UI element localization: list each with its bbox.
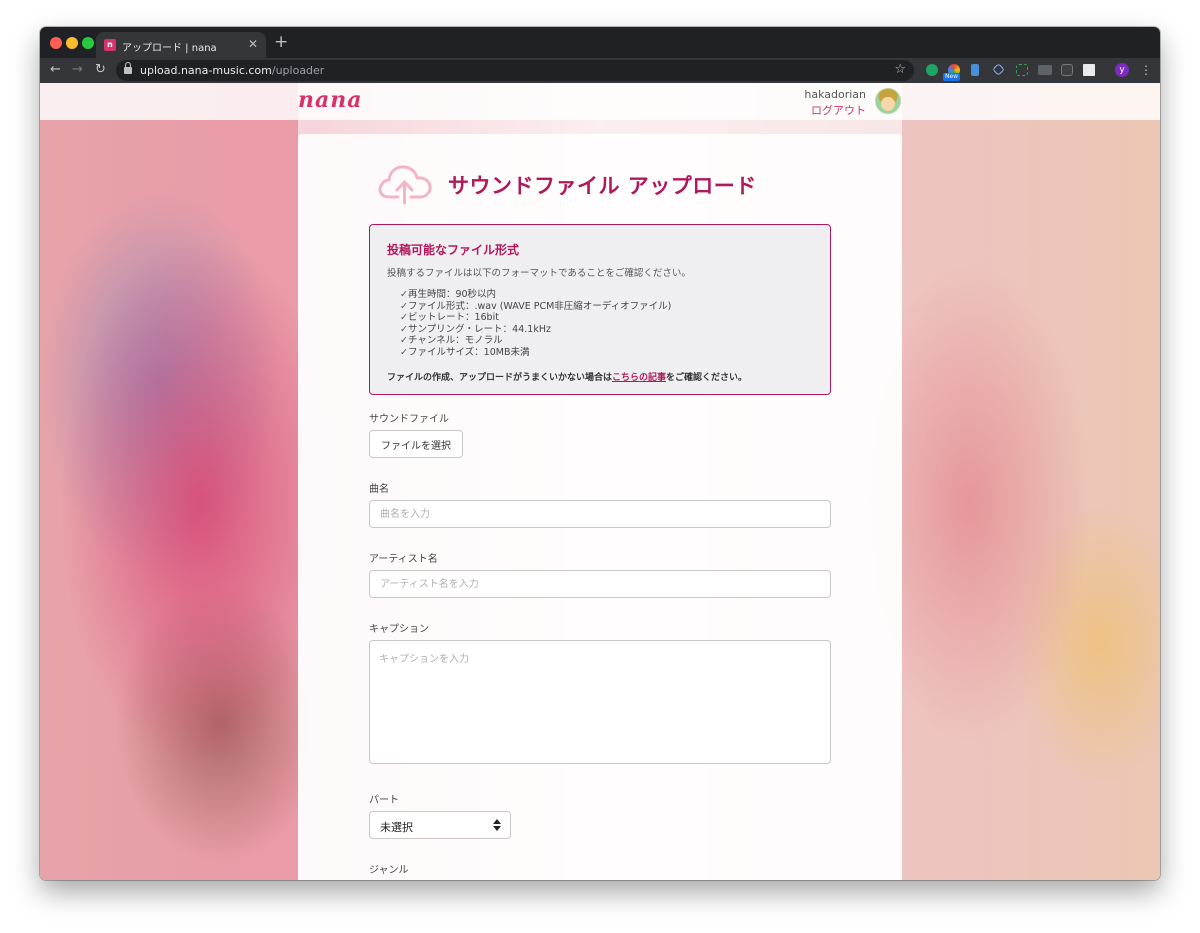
- requirement-format: ファイル形式：.wav (WAVE PCM非圧縮オーディオファイル): [400, 301, 671, 313]
- profile-avatar[interactable]: y: [1115, 63, 1129, 77]
- extension-blue-icon[interactable]: [971, 64, 979, 76]
- file-format-info-box: 投稿可能なファイル形式 投稿するファイルは以下のフォーマットであることをご確認く…: [369, 224, 831, 395]
- maximize-window-button[interactable]: [82, 37, 94, 49]
- part-select[interactable]: 未選択: [369, 811, 511, 839]
- back-arrow-icon[interactable]: ←: [50, 61, 61, 79]
- forward-arrow-icon[interactable]: →: [72, 61, 83, 79]
- extension-green-icon[interactable]: [926, 64, 938, 76]
- extension-diamond-icon[interactable]: [992, 63, 1005, 76]
- minimize-window-button[interactable]: [66, 37, 78, 49]
- requirement-channel: チャンネル：モノラル: [400, 335, 671, 347]
- info-note-after: をご確認ください。: [666, 373, 748, 383]
- info-description: 投稿するファイルは以下のフォーマットであることをご確認ください。: [387, 268, 691, 279]
- extension-dark-icon[interactable]: [1061, 64, 1073, 76]
- cloud-upload-icon: [378, 165, 432, 205]
- choose-file-button[interactable]: ファイルを選択: [369, 430, 463, 458]
- caption-label: キャプション: [369, 624, 429, 635]
- upload-card: サウンドファイル アップロード 投稿可能なファイル形式 投稿するファイルは以下の…: [298, 134, 902, 880]
- info-note-before: ファイルの作成、アップロードがうまくいかない場合は: [387, 373, 613, 383]
- username: hakadorian: [804, 88, 866, 101]
- close-window-button[interactable]: [50, 37, 62, 49]
- user-avatar[interactable]: [875, 88, 901, 114]
- requirement-bitrate: ビットレート：16bit: [400, 312, 671, 324]
- page-content: nana hakadorian ログアウト サウンドファイル アップロード 投稿…: [40, 83, 1160, 880]
- nana-logo[interactable]: nana: [298, 87, 363, 113]
- browser-window: n アップロード | nana ✕ + ← → ↻ upload.nana-mu…: [40, 27, 1160, 880]
- requirement-filesize: ファイルサイズ：10MB未満: [400, 347, 671, 359]
- star-icon[interactable]: ☆: [894, 62, 906, 77]
- select-arrows-icon: [493, 818, 501, 832]
- page-title: サウンドファイル アップロード: [448, 174, 757, 198]
- artist-name-input[interactable]: [369, 570, 831, 598]
- song-title-input[interactable]: [369, 500, 831, 528]
- caption-textarea[interactable]: [369, 640, 831, 764]
- extension-white-icon[interactable]: [1083, 64, 1095, 76]
- nana-favicon-icon: n: [104, 39, 116, 51]
- menu-dots-icon[interactable]: ⋮: [1140, 62, 1152, 78]
- extension-screenshot-icon[interactable]: [1016, 64, 1028, 76]
- tab-title: アップロード | nana: [122, 43, 217, 54]
- info-note: ファイルの作成、アップロードがうまくいかない場合はこちらの記事をご確認ください。: [387, 370, 747, 383]
- new-tab-button[interactable]: +: [274, 32, 288, 52]
- part-select-value: 未選択: [380, 821, 413, 834]
- site-header: nana hakadorian ログアウト: [40, 83, 1160, 120]
- requirement-sample-rate: サンプリング・レート：44.1kHz: [400, 324, 671, 336]
- logout-link[interactable]: ログアウト: [811, 102, 866, 118]
- requirement-duration: 再生時間：90秒以内: [400, 289, 671, 301]
- genre-label: ジャンル: [369, 865, 409, 876]
- url-text: upload.nana-music.com/uploader: [140, 64, 324, 77]
- address-bar[interactable]: upload.nana-music.com/uploader ☆: [116, 60, 914, 81]
- sound-file-label: サウンドファイル: [369, 414, 449, 425]
- url-path: /uploader: [271, 64, 325, 77]
- browser-toolbar: ← → ↻ upload.nana-music.com/uploader ☆ N…: [40, 58, 1160, 83]
- lock-icon: [124, 62, 132, 74]
- song-title-label: 曲名: [369, 484, 389, 495]
- tab-strip: n アップロード | nana ✕ +: [40, 27, 1160, 58]
- info-title: 投稿可能なファイル形式: [387, 243, 520, 257]
- extension-new-badge: New: [943, 73, 961, 81]
- url-host: upload.nana-music.com: [140, 64, 272, 77]
- reload-icon[interactable]: ↻: [95, 61, 106, 79]
- tab-close-icon[interactable]: ✕: [248, 37, 258, 51]
- extension-dots-icon[interactable]: [1038, 65, 1052, 75]
- browser-tab[interactable]: n アップロード | nana ✕: [96, 32, 266, 58]
- help-article-link[interactable]: こちらの記事: [612, 373, 666, 383]
- part-label: パート: [369, 795, 399, 806]
- requirements-list: 再生時間：90秒以内 ファイル形式：.wav (WAVE PCM非圧縮オーディオ…: [400, 289, 671, 358]
- artist-name-label: アーティスト名: [369, 554, 438, 565]
